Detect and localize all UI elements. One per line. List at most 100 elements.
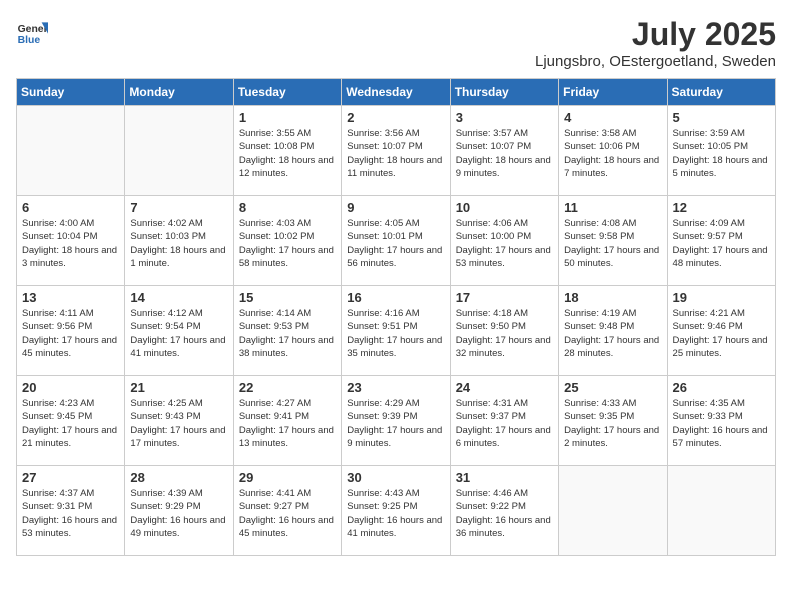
calendar-cell: 19 Sunrise: 4:21 AM Sunset: 9:46 PM Dayli… <box>667 286 775 376</box>
day-number: 1 <box>239 110 336 125</box>
day-number: 21 <box>130 380 227 395</box>
day-info: Sunrise: 4:29 AM Sunset: 9:39 PM Dayligh… <box>347 397 444 450</box>
day-info: Sunrise: 4:37 AM Sunset: 9:31 PM Dayligh… <box>22 487 119 540</box>
weekday-header-sunday: Sunday <box>17 79 125 106</box>
day-number: 18 <box>564 290 661 305</box>
day-info: Sunrise: 4:19 AM Sunset: 9:48 PM Dayligh… <box>564 307 661 360</box>
day-info: Sunrise: 4:41 AM Sunset: 9:27 PM Dayligh… <box>239 487 336 540</box>
day-info: Sunrise: 4:43 AM Sunset: 9:25 PM Dayligh… <box>347 487 444 540</box>
day-number: 14 <box>130 290 227 305</box>
weekday-header-tuesday: Tuesday <box>233 79 341 106</box>
day-info: Sunrise: 4:00 AM Sunset: 10:04 PM Daylig… <box>22 217 119 270</box>
weekday-header-wednesday: Wednesday <box>342 79 450 106</box>
calendar-cell <box>17 106 125 196</box>
day-info: Sunrise: 4:14 AM Sunset: 9:53 PM Dayligh… <box>239 307 336 360</box>
day-number: 15 <box>239 290 336 305</box>
calendar-cell: 29 Sunrise: 4:41 AM Sunset: 9:27 PM Dayli… <box>233 466 341 556</box>
weekday-header-saturday: Saturday <box>667 79 775 106</box>
calendar-cell: 13Sunrise: 4:11 AM Sunset: 9:56 PM Dayli… <box>17 286 125 376</box>
calendar-cell: 17 Sunrise: 4:18 AM Sunset: 9:50 PM Dayli… <box>450 286 558 376</box>
calendar-week-row: 27Sunrise: 4:37 AM Sunset: 9:31 PM Dayli… <box>17 466 776 556</box>
day-number: 6 <box>22 200 119 215</box>
day-info: Sunrise: 3:57 AM Sunset: 10:07 PM Daylig… <box>456 127 553 180</box>
calendar-cell: 1Sunrise: 3:55 AM Sunset: 10:08 PM Dayli… <box>233 106 341 196</box>
day-number: 30 <box>347 470 444 485</box>
day-info: Sunrise: 4:39 AM Sunset: 9:29 PM Dayligh… <box>130 487 227 540</box>
calendar-week-row: 1Sunrise: 3:55 AM Sunset: 10:08 PM Dayli… <box>17 106 776 196</box>
calendar-cell: 8 Sunrise: 4:03 AM Sunset: 10:02 PM Dayli… <box>233 196 341 286</box>
day-info: Sunrise: 4:11 AM Sunset: 9:56 PM Dayligh… <box>22 307 119 360</box>
title-block: July 2025 Ljungsbro, OEstergoetland, Swe… <box>535 16 776 70</box>
day-info: Sunrise: 4:25 AM Sunset: 9:43 PM Dayligh… <box>130 397 227 450</box>
day-info: Sunrise: 3:56 AM Sunset: 10:07 PM Daylig… <box>347 127 444 180</box>
day-info: Sunrise: 4:46 AM Sunset: 9:22 PM Dayligh… <box>456 487 553 540</box>
calendar-cell: 12 Sunrise: 4:09 AM Sunset: 9:57 PM Dayli… <box>667 196 775 286</box>
calendar-week-row: 6 Sunrise: 4:00 AM Sunset: 10:04 PM Dayli… <box>17 196 776 286</box>
day-number: 10 <box>456 200 553 215</box>
calendar-cell: 10 Sunrise: 4:06 AM Sunset: 10:00 PM Dayl… <box>450 196 558 286</box>
day-number: 23 <box>347 380 444 395</box>
calendar-cell: 2 Sunrise: 3:56 AM Sunset: 10:07 PM Dayli… <box>342 106 450 196</box>
day-number: 26 <box>673 380 770 395</box>
calendar-cell: 24Sunrise: 4:31 AM Sunset: 9:37 PM Dayli… <box>450 376 558 466</box>
day-number: 29 <box>239 470 336 485</box>
calendar-week-row: 20 Sunrise: 4:23 AM Sunset: 9:45 PM Dayli… <box>17 376 776 466</box>
calendar-cell <box>125 106 233 196</box>
day-info: Sunrise: 4:27 AM Sunset: 9:41 PM Dayligh… <box>239 397 336 450</box>
day-info: Sunrise: 4:21 AM Sunset: 9:46 PM Dayligh… <box>673 307 770 360</box>
calendar-cell: 30 Sunrise: 4:43 AM Sunset: 9:25 PM Dayli… <box>342 466 450 556</box>
day-number: 4 <box>564 110 661 125</box>
day-number: 9 <box>347 200 444 215</box>
calendar-cell: 14 Sunrise: 4:12 AM Sunset: 9:54 PM Dayli… <box>125 286 233 376</box>
calendar-cell: 7 Sunrise: 4:02 AM Sunset: 10:03 PM Dayli… <box>125 196 233 286</box>
calendar-cell: 9 Sunrise: 4:05 AM Sunset: 10:01 PM Dayli… <box>342 196 450 286</box>
day-number: 20 <box>22 380 119 395</box>
calendar-cell: 25Sunrise: 4:33 AM Sunset: 9:35 PM Dayli… <box>559 376 667 466</box>
weekday-header-thursday: Thursday <box>450 79 558 106</box>
day-number: 25 <box>564 380 661 395</box>
calendar-cell: 23 Sunrise: 4:29 AM Sunset: 9:39 PM Dayli… <box>342 376 450 466</box>
calendar-cell: 22 Sunrise: 4:27 AM Sunset: 9:41 PM Dayli… <box>233 376 341 466</box>
svg-text:General: General <box>18 24 48 35</box>
day-number: 7 <box>130 200 227 215</box>
calendar-cell: 31Sunrise: 4:46 AM Sunset: 9:22 PM Dayli… <box>450 466 558 556</box>
svg-text:Blue: Blue <box>18 35 41 46</box>
calendar-cell: 27Sunrise: 4:37 AM Sunset: 9:31 PM Dayli… <box>17 466 125 556</box>
logo-icon: General Blue <box>16 16 48 48</box>
day-info: Sunrise: 4:23 AM Sunset: 9:45 PM Dayligh… <box>22 397 119 450</box>
day-number: 24 <box>456 380 553 395</box>
location-title: Ljungsbro, OEstergoetland, Sweden <box>535 53 776 70</box>
day-number: 2 <box>347 110 444 125</box>
calendar-cell <box>667 466 775 556</box>
weekday-header-monday: Monday <box>125 79 233 106</box>
day-number: 8 <box>239 200 336 215</box>
page-header: General Blue July 2025 Ljungsbro, OEster… <box>16 16 776 70</box>
calendar-table: SundayMondayTuesdayWednesdayThursdayFrid… <box>16 78 776 556</box>
day-info: Sunrise: 3:58 AM Sunset: 10:06 PM Daylig… <box>564 127 661 180</box>
day-number: 17 <box>456 290 553 305</box>
calendar-cell: 4 Sunrise: 3:58 AM Sunset: 10:06 PM Dayli… <box>559 106 667 196</box>
day-number: 28 <box>130 470 227 485</box>
calendar-cell: 11Sunrise: 4:08 AM Sunset: 9:58 PM Dayli… <box>559 196 667 286</box>
logo: General Blue <box>16 16 48 48</box>
day-info: Sunrise: 4:18 AM Sunset: 9:50 PM Dayligh… <box>456 307 553 360</box>
day-info: Sunrise: 3:59 AM Sunset: 10:05 PM Daylig… <box>673 127 770 180</box>
day-info: Sunrise: 4:16 AM Sunset: 9:51 PM Dayligh… <box>347 307 444 360</box>
calendar-cell: 20 Sunrise: 4:23 AM Sunset: 9:45 PM Dayli… <box>17 376 125 466</box>
day-info: Sunrise: 4:09 AM Sunset: 9:57 PM Dayligh… <box>673 217 770 270</box>
day-info: Sunrise: 4:12 AM Sunset: 9:54 PM Dayligh… <box>130 307 227 360</box>
calendar-cell: 6 Sunrise: 4:00 AM Sunset: 10:04 PM Dayli… <box>17 196 125 286</box>
day-number: 22 <box>239 380 336 395</box>
day-number: 12 <box>673 200 770 215</box>
calendar-cell: 26Sunrise: 4:35 AM Sunset: 9:33 PM Dayli… <box>667 376 775 466</box>
day-info: Sunrise: 4:02 AM Sunset: 10:03 PM Daylig… <box>130 217 227 270</box>
day-number: 19 <box>673 290 770 305</box>
day-info: Sunrise: 4:05 AM Sunset: 10:01 PM Daylig… <box>347 217 444 270</box>
calendar-cell: 28 Sunrise: 4:39 AM Sunset: 9:29 PM Dayli… <box>125 466 233 556</box>
day-number: 16 <box>347 290 444 305</box>
day-number: 3 <box>456 110 553 125</box>
day-info: Sunrise: 4:06 AM Sunset: 10:00 PM Daylig… <box>456 217 553 270</box>
calendar-cell: 16 Sunrise: 4:16 AM Sunset: 9:51 PM Dayli… <box>342 286 450 376</box>
month-title: July 2025 <box>535 16 776 53</box>
day-info: Sunrise: 4:03 AM Sunset: 10:02 PM Daylig… <box>239 217 336 270</box>
